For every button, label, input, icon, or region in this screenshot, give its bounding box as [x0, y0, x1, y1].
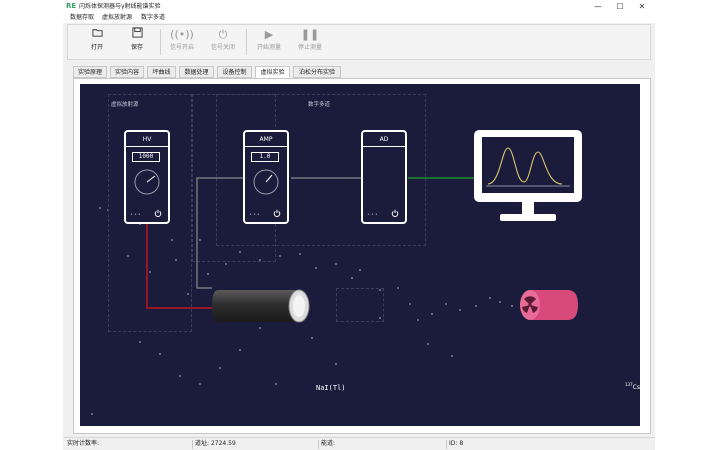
tab-device-control[interactable]: 设备控制 — [217, 66, 252, 78]
ad-module[interactable]: AD ••• — [361, 130, 407, 224]
status-divider — [192, 440, 193, 449]
hv-value-display[interactable]: 1000 — [132, 152, 160, 162]
amp-title: AMP — [259, 136, 273, 143]
start-measure-button[interactable]: ▶ 开始测量 — [249, 27, 289, 57]
signal-on-label: 信号开启 — [169, 44, 194, 51]
amp-indicator-dots: ••• — [249, 212, 261, 218]
status-count-rate: 实时计数率: — [67, 440, 100, 447]
hv-power-icon[interactable] — [154, 209, 162, 217]
status-channel: 道址: 2724.59 — [195, 440, 236, 447]
app-icon: RE — [66, 2, 77, 10]
monitor-icon — [474, 130, 582, 221]
menu-data-access[interactable]: 数据存取 — [70, 13, 94, 23]
stop-measure-button[interactable]: ❚❚ 停止测量 — [290, 27, 330, 57]
tab-data-processing[interactable]: 数据处理 — [179, 66, 214, 78]
minimize-button[interactable]: — — [587, 0, 609, 13]
amp-gain-display[interactable]: 1.0 — [251, 152, 279, 162]
tab-content[interactable]: 实验内容 — [110, 66, 144, 78]
status-divider — [446, 440, 447, 449]
menu-bar: 数据存取 虚拟放射源 数字多道 — [63, 13, 655, 23]
start-measure-label: 开始测量 — [256, 44, 281, 51]
signal-icon: ((•)) — [170, 28, 194, 41]
save-icon — [117, 27, 157, 43]
tab-principle[interactable]: 实验原理 — [73, 66, 107, 78]
signal-on-button[interactable]: ((•)) 信号开启 — [162, 27, 202, 57]
menu-digital-mca[interactable]: 数字多道 — [141, 13, 165, 23]
stop-measure-label: 停止测量 — [297, 44, 322, 51]
save-button[interactable]: 保存 — [117, 27, 157, 57]
nai-detector[interactable] — [210, 286, 312, 326]
window-title: 闪烁体探测器与γ射线能谱实验 — [79, 3, 161, 10]
status-id: ID: 8 — [449, 440, 464, 447]
toolbar-divider — [160, 29, 161, 55]
hv-divider — [126, 146, 168, 147]
open-label: 打开 — [90, 44, 103, 51]
toolbar: 打开 保存 ((•)) 信号开启 ⏻ 信号关闭 ▶ 开始测量 ❚❚ 停止测量 — [67, 24, 651, 60]
hv-title: HV — [142, 136, 152, 143]
ad-power-icon[interactable] — [391, 209, 399, 217]
open-button[interactable]: 打开 — [77, 27, 117, 57]
toolbar-divider — [246, 29, 247, 55]
cs137-source[interactable] — [518, 289, 580, 321]
ad-indicator-dots: ••• — [367, 212, 379, 218]
amp-divider — [245, 146, 287, 147]
pause-icon: ❚❚ — [300, 28, 320, 41]
detector-label: NaI(Tl) — [316, 384, 346, 392]
amp-power-icon[interactable] — [273, 209, 281, 217]
save-label: 保存 — [130, 44, 143, 51]
maximize-button[interactable]: ☐ — [609, 0, 631, 13]
signal-off-button[interactable]: ⏻ 信号关闭 — [203, 27, 243, 57]
tab-plateau-curve[interactable]: 坪曲线 — [147, 66, 176, 78]
play-icon: ▶ — [264, 28, 274, 41]
signal-off-label: 信号关闭 — [210, 44, 235, 51]
close-button[interactable]: ✕ — [631, 0, 653, 13]
source-isotope-label: 137Cs — [625, 382, 640, 391]
hv-cable — [146, 224, 212, 309]
folder-open-icon — [77, 27, 117, 43]
virtual-experiment-canvas: 虚拟放射源 数字多道 HV 1000 ••• AMP 1.0 ••• AD ••… — [80, 84, 640, 426]
power-icon: ⏻ — [218, 28, 228, 41]
hv-indicator-dots: ••• — [130, 212, 142, 218]
amp-gauge-dial[interactable] — [252, 168, 280, 196]
title-bar: RE 闪烁体探测器与γ射线能谱实验 — ☐ ✕ — [63, 0, 655, 13]
ad-divider — [363, 146, 405, 147]
hv-module[interactable]: HV 1000 ••• — [124, 130, 170, 224]
amp-module[interactable]: AMP 1.0 ••• — [243, 130, 289, 224]
hv-gauge-dial[interactable] — [133, 168, 161, 196]
tab-poisson-experiment[interactable]: 泊松分布实验 — [293, 66, 341, 78]
status-divider — [318, 440, 319, 449]
status-bar: 实时计数率: 道址: 2724.59 能道: ID: 8 — [63, 437, 655, 450]
status-energy: 能道: — [321, 440, 336, 447]
ad-title: AD — [379, 136, 389, 143]
menu-virtual-source[interactable]: 虚拟放射源 — [102, 13, 132, 23]
